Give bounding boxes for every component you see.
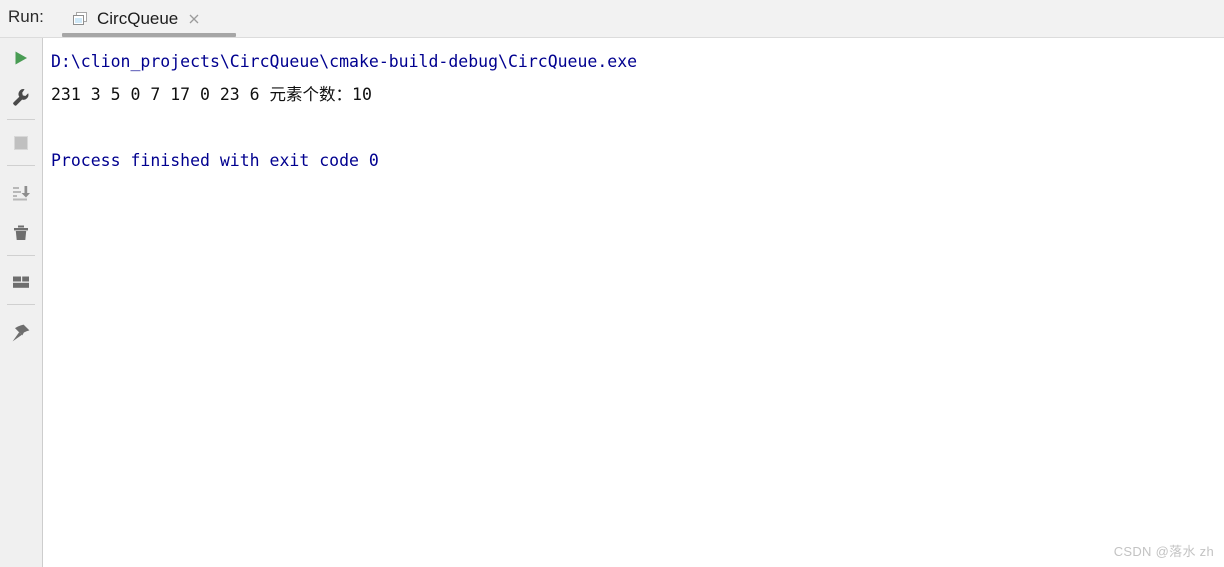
layout-grid-icon xyxy=(11,272,31,297)
scroll-to-end-button[interactable] xyxy=(0,175,42,215)
toolbar-separator xyxy=(7,255,35,256)
console-output-panel[interactable]: D:\clion_projects\CircQueue\cmake-build-… xyxy=(44,38,1224,567)
run-tool-window: Run: CircQueue D:\clion_projects\CircQue… xyxy=(0,0,1224,567)
application-window-icon xyxy=(72,11,88,27)
console-line-exit-status: Process finished with exit code 0 xyxy=(51,151,379,170)
toolbar-separator xyxy=(7,165,35,166)
play-icon xyxy=(11,48,31,73)
console-line-command: D:\clion_projects\CircQueue\cmake-build-… xyxy=(51,52,638,71)
run-toolwindow-toolbar xyxy=(0,38,43,567)
pin-icon xyxy=(11,323,31,348)
console-line-program-output: 231 3 5 0 7 17 0 23 6 元素个数：10 xyxy=(51,85,372,104)
rerun-button[interactable] xyxy=(0,40,42,80)
stop-button[interactable] xyxy=(0,125,42,165)
clear-all-button[interactable] xyxy=(0,215,42,255)
layout-settings-button[interactable] xyxy=(0,264,42,304)
pin-tab-button[interactable] xyxy=(0,315,42,355)
close-icon[interactable] xyxy=(187,12,201,26)
trash-icon xyxy=(11,223,31,248)
toolbar-separator xyxy=(7,304,35,305)
scroll-to-end-icon xyxy=(11,183,31,208)
tab-label: CircQueue xyxy=(97,9,179,28)
tab-circqueue[interactable]: CircQueue xyxy=(62,0,209,38)
toolbar-separator xyxy=(7,119,35,120)
stop-square-icon xyxy=(11,133,31,158)
run-toolwindow-header: Run: CircQueue xyxy=(0,0,1224,38)
wrench-icon xyxy=(11,87,31,112)
edit-configuration-button[interactable] xyxy=(0,79,42,119)
run-toolwindow-title: Run: xyxy=(8,7,44,26)
csdn-watermark: CSDN @落水 zh xyxy=(1113,544,1214,559)
